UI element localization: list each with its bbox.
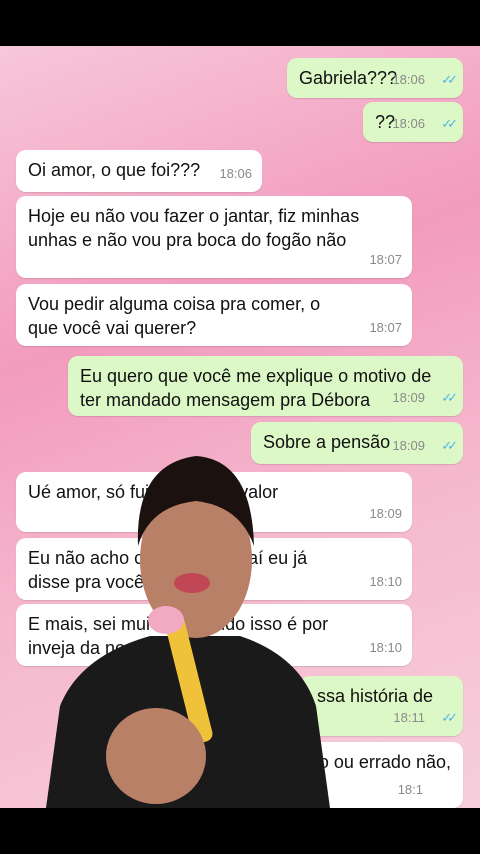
bottom-bar: [0, 808, 480, 854]
presenter-overlay: [46, 456, 330, 808]
chat-area[interactable]: Gabriela??? 18:06 ✓✓ ?? 18:06 ✓✓ Oi amor…: [0, 46, 480, 808]
